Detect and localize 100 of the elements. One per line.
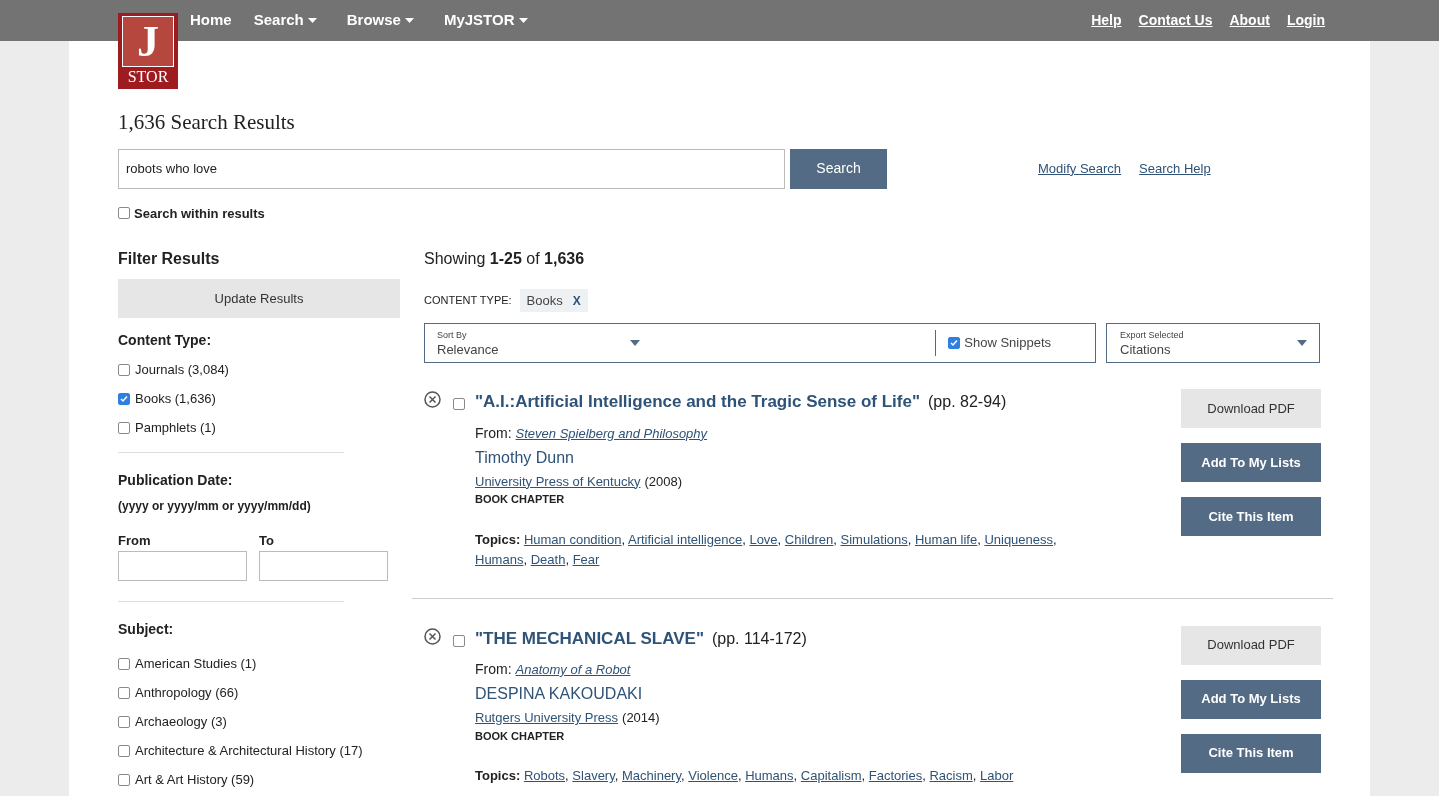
separator: , (833, 531, 837, 547)
checkbox[interactable] (118, 774, 130, 786)
update-results-button[interactable]: Update Results (118, 279, 400, 318)
separator: , (972, 768, 977, 783)
filter-option-label[interactable]: Journals (3,084) (135, 359, 229, 380)
from-label: From: (475, 660, 512, 679)
search-field[interactable]: robots who love (118, 148, 785, 189)
separator: , (621, 531, 626, 547)
checkbox[interactable] (118, 392, 130, 405)
checkbox[interactable] (118, 716, 130, 728)
search-link[interactable]: Search Help (1139, 158, 1211, 179)
topics-label: Topics: (475, 531, 521, 547)
filter-label: CONTENT TYPE: (424, 293, 512, 309)
filter-option-label[interactable]: Art & Art History (59) (135, 770, 255, 790)
from-label: From (118, 532, 151, 550)
separator: , (977, 531, 981, 547)
separator: , (737, 768, 742, 783)
export-dropdown[interactable]: Export Selected Citations (1106, 323, 1320, 363)
download-pdf-button[interactable]: Download PDF (1181, 389, 1321, 428)
filter-option-label[interactable]: American Studies (1) (135, 654, 257, 674)
add-to-lists-button[interactable]: Add To My Lists (1181, 679, 1321, 719)
result-title-link[interactable]: "A.I.:Artificial Intelligence and the Tragic Sense of Life" (475, 389, 920, 415)
book-link[interactable]: Anatomy of a Robot (515, 660, 631, 680)
utility-link[interactable]: Login (1286, 10, 1325, 31)
checkbox[interactable] (118, 658, 130, 670)
topic-link[interactable]: Simulations (840, 531, 908, 547)
author-link[interactable]: DESPINA KAKOUDAKI (475, 682, 643, 706)
sort-dropdown[interactable]: Sort By Relevance (425, 329, 640, 357)
checkbox[interactable] (948, 337, 961, 349)
checkbox[interactable] (118, 207, 130, 220)
from-date-field[interactable] (118, 550, 247, 581)
separator: , (861, 768, 866, 783)
checkbox[interactable] (118, 421, 130, 434)
cite-button[interactable]: Cite This Item (1181, 497, 1321, 536)
remove-icon[interactable] (424, 627, 441, 645)
book-link[interactable]: Steven Spielberg and Philosophy (515, 423, 708, 443)
topic-link[interactable]: Slavery (572, 768, 615, 783)
filter-section-title: Publication Date: (118, 471, 233, 490)
utility-link[interactable]: Contact Us (1138, 10, 1213, 31)
to-date-field[interactable] (259, 550, 388, 581)
publisher-link[interactable]: Rutgers University Press (475, 708, 619, 728)
caret-icon (1297, 340, 1307, 346)
nav-link[interactable]: Search (253, 9, 325, 32)
content-type-label: BOOK CHAPTER (475, 728, 565, 744)
publication-year: (2008) (644, 472, 683, 491)
topic-link[interactable]: Humans (745, 768, 794, 783)
nav-link[interactable]: Browse (346, 9, 422, 32)
utility-link[interactable]: Help (1091, 10, 1122, 31)
results-heading: 1,636 Search Results (118, 109, 295, 136)
filter-option-label[interactable]: Pamphlets (1) (135, 417, 216, 438)
checkbox[interactable] (118, 745, 130, 757)
topic-link[interactable]: Violence (688, 768, 738, 783)
remove-filter-button[interactable]: X (572, 291, 581, 310)
logo[interactable]: J STOR (118, 13, 178, 89)
separator: , (742, 531, 746, 547)
search-link[interactable]: Modify Search (1038, 158, 1122, 179)
separator: , (793, 768, 798, 783)
separator: , (565, 551, 569, 567)
separator: , (1053, 531, 1057, 547)
to-label: To (259, 532, 274, 550)
utility-link[interactable]: About (1229, 10, 1270, 31)
content-type-label: BOOK CHAPTER (475, 492, 565, 507)
search-within-label[interactable]: Search within results (134, 203, 265, 223)
checkbox[interactable] (118, 687, 130, 699)
search-button[interactable]: Search (790, 148, 887, 189)
topic-link[interactable]: Racism (929, 768, 973, 783)
page-range: (pp. 82-94) (928, 392, 1007, 412)
topic-link[interactable]: Labor (980, 768, 1014, 783)
topic-link[interactable]: Fear (572, 551, 600, 567)
result-title-link[interactable]: "THE MECHANICAL SLAVE" (475, 625, 704, 651)
cite-button[interactable]: Cite This Item (1181, 733, 1321, 773)
topics-label: Topics: (475, 768, 521, 783)
topic-link[interactable]: Capitalism (800, 768, 862, 783)
checkbox[interactable] (453, 398, 465, 410)
filter-heading: Filter Results (118, 249, 220, 269)
caret-icon (630, 340, 640, 346)
show-snippets-label[interactable]: Show Snippets (964, 333, 1051, 353)
date-format-hint: (yyyy or yyyy/mm or yyyy/mm/dd) (118, 498, 311, 515)
publisher-link[interactable]: University Press of Kentucky (475, 471, 641, 491)
author-link[interactable]: Timothy Dunn (475, 445, 574, 470)
page-range: (pp. 114-172) (711, 628, 807, 649)
filter-section-title: Subject: (118, 619, 174, 639)
topic-link[interactable]: Machinery (622, 768, 681, 783)
results-count: Showing 1-25 of 1,636 (424, 249, 585, 269)
filter-option-label[interactable]: Archaeology (3) (135, 712, 227, 732)
filter-option-label[interactable]: Anthropology (66) (135, 683, 239, 703)
download-pdf-button[interactable]: Download PDF (1181, 625, 1321, 665)
nav-link[interactable]: Home (190, 9, 232, 32)
filter-option-label[interactable]: Books (1,636) (135, 388, 216, 409)
filter-option-label[interactable]: Architecture & Architectural History (17) (135, 741, 363, 761)
filter-section-title: Content Type: (118, 331, 212, 350)
checkbox[interactable] (453, 634, 465, 647)
nav-link[interactable]: MyJSTOR (443, 9, 536, 32)
topic-link[interactable]: Love (749, 531, 778, 547)
separator: , (681, 768, 685, 783)
checkbox[interactable] (118, 363, 130, 376)
add-to-lists-button[interactable]: Add To My Lists (1181, 443, 1321, 482)
separator: , (777, 531, 782, 547)
remove-icon[interactable] (424, 391, 441, 408)
separator: , (907, 531, 912, 547)
